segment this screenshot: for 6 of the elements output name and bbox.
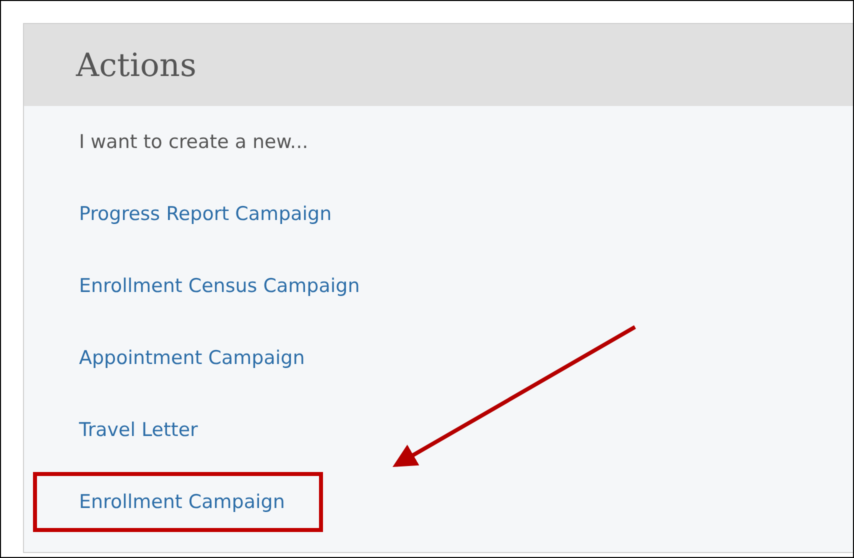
intro-text: I want to create a new...	[79, 130, 310, 155]
campaign-link[interactable]: Travel Letter	[79, 416, 198, 444]
campaign-link[interactable]: Progress Report Campaign	[79, 200, 332, 228]
campaign-link[interactable]: Appointment Campaign	[79, 344, 305, 372]
panel-title: Actions	[76, 45, 196, 86]
campaign-link[interactable]: Enrollment Census Campaign	[79, 272, 360, 300]
